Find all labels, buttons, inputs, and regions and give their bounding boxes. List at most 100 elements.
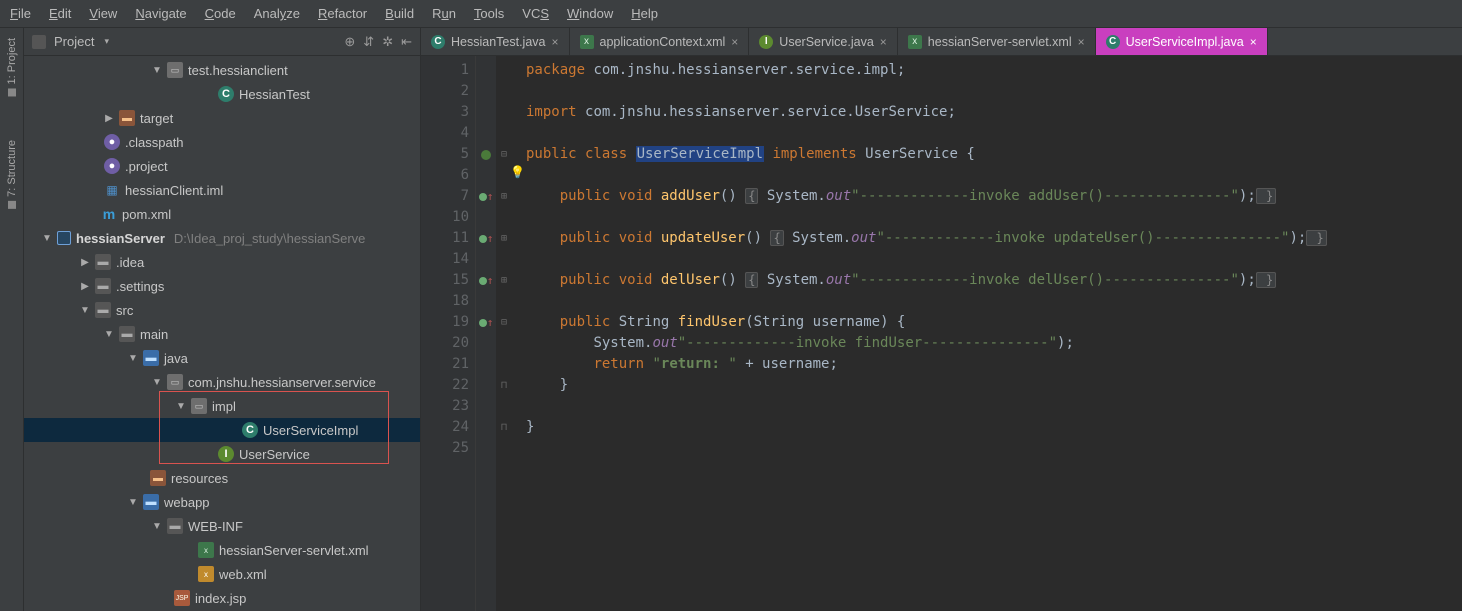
hide-icon[interactable]: ⇤ — [401, 34, 412, 50]
tree-node-module[interactable]: ▼hessianServerD:\Idea_proj_study\hessian… — [24, 226, 420, 250]
resources-folder-icon: ▬ — [150, 470, 166, 486]
project-title[interactable]: Project▾ — [54, 34, 336, 49]
tree-node[interactable]: CHessianTest — [24, 82, 420, 106]
tree-node[interactable]: ▼▬java — [24, 346, 420, 370]
interface-icon: I — [218, 446, 234, 462]
menu-build[interactable]: Build — [385, 6, 414, 21]
menu-file[interactable]: File — [10, 6, 31, 21]
source-folder-icon: ▬ — [143, 350, 159, 366]
menu-navigate[interactable]: Navigate — [135, 6, 186, 21]
xml-icon: x — [908, 35, 922, 49]
marker-gutter: ↑ ↑ ↑ ↑ — [476, 56, 496, 611]
module-icon — [57, 231, 71, 245]
menu-help[interactable]: Help — [631, 6, 658, 21]
project-tree[interactable]: ▼▭test.hessianclient CHessianTest ▶▬targ… — [24, 56, 420, 611]
tree-node[interactable]: mpom.xml — [24, 202, 420, 226]
menu-view[interactable]: View — [89, 6, 117, 21]
main-menu-bar: File Edit View Navigate Code Analyze Ref… — [0, 0, 1462, 28]
override-up-icon[interactable]: ↑ — [487, 228, 494, 249]
tab-userserviceimpl[interactable]: CUserServiceImpl.java× — [1096, 28, 1268, 55]
tree-node[interactable]: xweb.xml — [24, 562, 420, 586]
folder-icon: ▬ — [95, 302, 111, 318]
tool-project[interactable]: 1: Project — [6, 38, 18, 96]
selected-class-name: UserServiceImpl — [636, 146, 764, 162]
maven-icon: m — [101, 206, 117, 222]
tree-node[interactable]: ▼▬src — [24, 298, 420, 322]
folder-icon: ▬ — [167, 518, 183, 534]
close-icon[interactable]: × — [552, 35, 559, 49]
intention-bulb-icon[interactable]: 💡 — [510, 162, 525, 183]
menu-run[interactable]: Run — [432, 6, 456, 21]
package-icon: ▭ — [191, 398, 207, 414]
override-up-icon[interactable]: ↑ — [487, 312, 494, 333]
tree-node[interactable]: IUserService — [24, 442, 420, 466]
menu-window[interactable]: Window — [567, 6, 613, 21]
close-icon[interactable]: × — [880, 35, 887, 49]
override-up-icon[interactable]: ↑ — [487, 186, 494, 207]
fold-gutter: ⊟⊞⊞⊞⊟⊓⊓ — [496, 56, 512, 611]
locate-icon[interactable]: ⊕ — [344, 34, 355, 50]
folder-icon: ▬ — [95, 254, 111, 270]
class-icon: C — [1106, 35, 1120, 49]
override-up-icon[interactable]: ↑ — [487, 270, 494, 291]
iml-icon: ▦ — [104, 182, 120, 198]
web-folder-icon: ▬ — [143, 494, 159, 510]
tree-node[interactable]: ▼▭test.hessianclient — [24, 58, 420, 82]
project-tool-window: Project▾ ⊕ ⇵ ✲ ⇤ ▼▭test.hessianclient CH… — [24, 28, 421, 611]
class-icon: C — [431, 35, 445, 49]
package-icon: ▭ — [167, 374, 183, 390]
tab-applicationcontext[interactable]: xapplicationContext.xml× — [570, 28, 750, 55]
tree-node[interactable]: ▦hessianClient.iml — [24, 178, 420, 202]
xml-icon: x — [580, 35, 594, 49]
folder-icon: ▬ — [119, 110, 135, 126]
tree-node[interactable]: ▶▬target — [24, 106, 420, 130]
class-icon: C — [218, 86, 234, 102]
tree-node-selected[interactable]: CUserServiceImpl — [24, 418, 420, 442]
tree-node[interactable]: JSPindex.jsp — [24, 586, 420, 610]
implements-marker-icon[interactable] — [479, 235, 487, 243]
tree-node[interactable]: ▼▭impl — [24, 394, 420, 418]
collapse-icon[interactable]: ⇵ — [363, 34, 374, 50]
tab-hessiantest[interactable]: CHessianTest.java× — [421, 28, 570, 55]
project-header: Project▾ ⊕ ⇵ ✲ ⇤ — [24, 28, 420, 56]
menu-edit[interactable]: Edit — [49, 6, 71, 21]
webxml-icon: x — [198, 566, 214, 582]
tree-node[interactable]: ●.project — [24, 154, 420, 178]
editor-body[interactable]: 1234567101114151819202122232425 ↑ ↑ ↑ ↑ … — [421, 56, 1462, 611]
close-icon[interactable]: × — [731, 35, 738, 49]
tree-node[interactable]: ▬resources — [24, 466, 420, 490]
chevron-down-icon: ▾ — [104, 36, 109, 47]
tab-userservice[interactable]: IUserService.java× — [749, 28, 898, 55]
tree-node[interactable]: xhessianServer-servlet.xml — [24, 538, 420, 562]
implements-marker-icon[interactable] — [479, 193, 487, 201]
tree-node[interactable]: ▼▬webapp — [24, 490, 420, 514]
interface-icon: I — [759, 35, 773, 49]
tool-window-strip: 1: Project 7: Structure — [0, 28, 24, 611]
tree-node[interactable]: ●.classpath — [24, 130, 420, 154]
project-icon — [32, 35, 46, 49]
tree-node[interactable]: ▼▭com.jnshu.hessianserver.service — [24, 370, 420, 394]
line-number-gutter: 1234567101114151819202122232425 — [421, 56, 476, 611]
tree-node[interactable]: ▶▬.settings — [24, 274, 420, 298]
package-icon: ▭ — [167, 62, 183, 78]
tree-node[interactable]: ▶▬.idea — [24, 250, 420, 274]
menu-analyze[interactable]: Analyze — [254, 6, 300, 21]
class-icon: C — [242, 422, 258, 438]
tree-node[interactable]: ▼▬main — [24, 322, 420, 346]
close-icon[interactable]: × — [1078, 35, 1085, 49]
menu-tools[interactable]: Tools — [474, 6, 504, 21]
editor-tabs: CHessianTest.java× xapplicationContext.x… — [421, 28, 1462, 56]
code-content[interactable]: 💡 package com.jnshu.hessianserver.servic… — [512, 56, 1462, 611]
tree-node[interactable]: ▼▬WEB-INF — [24, 514, 420, 538]
settings-icon[interactable]: ✲ — [382, 34, 393, 50]
menu-vcs[interactable]: VCS — [522, 6, 549, 21]
jsp-icon: JSP — [174, 590, 190, 606]
tab-hessianserver-servlet[interactable]: xhessianServer-servlet.xml× — [898, 28, 1096, 55]
tool-structure[interactable]: 7: Structure — [6, 140, 18, 209]
implements-marker-icon[interactable] — [479, 277, 487, 285]
implements-marker-icon[interactable] — [479, 319, 487, 327]
menu-refactor[interactable]: Refactor — [318, 6, 367, 21]
close-icon[interactable]: × — [1250, 35, 1257, 49]
menu-code[interactable]: Code — [205, 6, 236, 21]
override-marker-icon[interactable] — [481, 150, 491, 160]
